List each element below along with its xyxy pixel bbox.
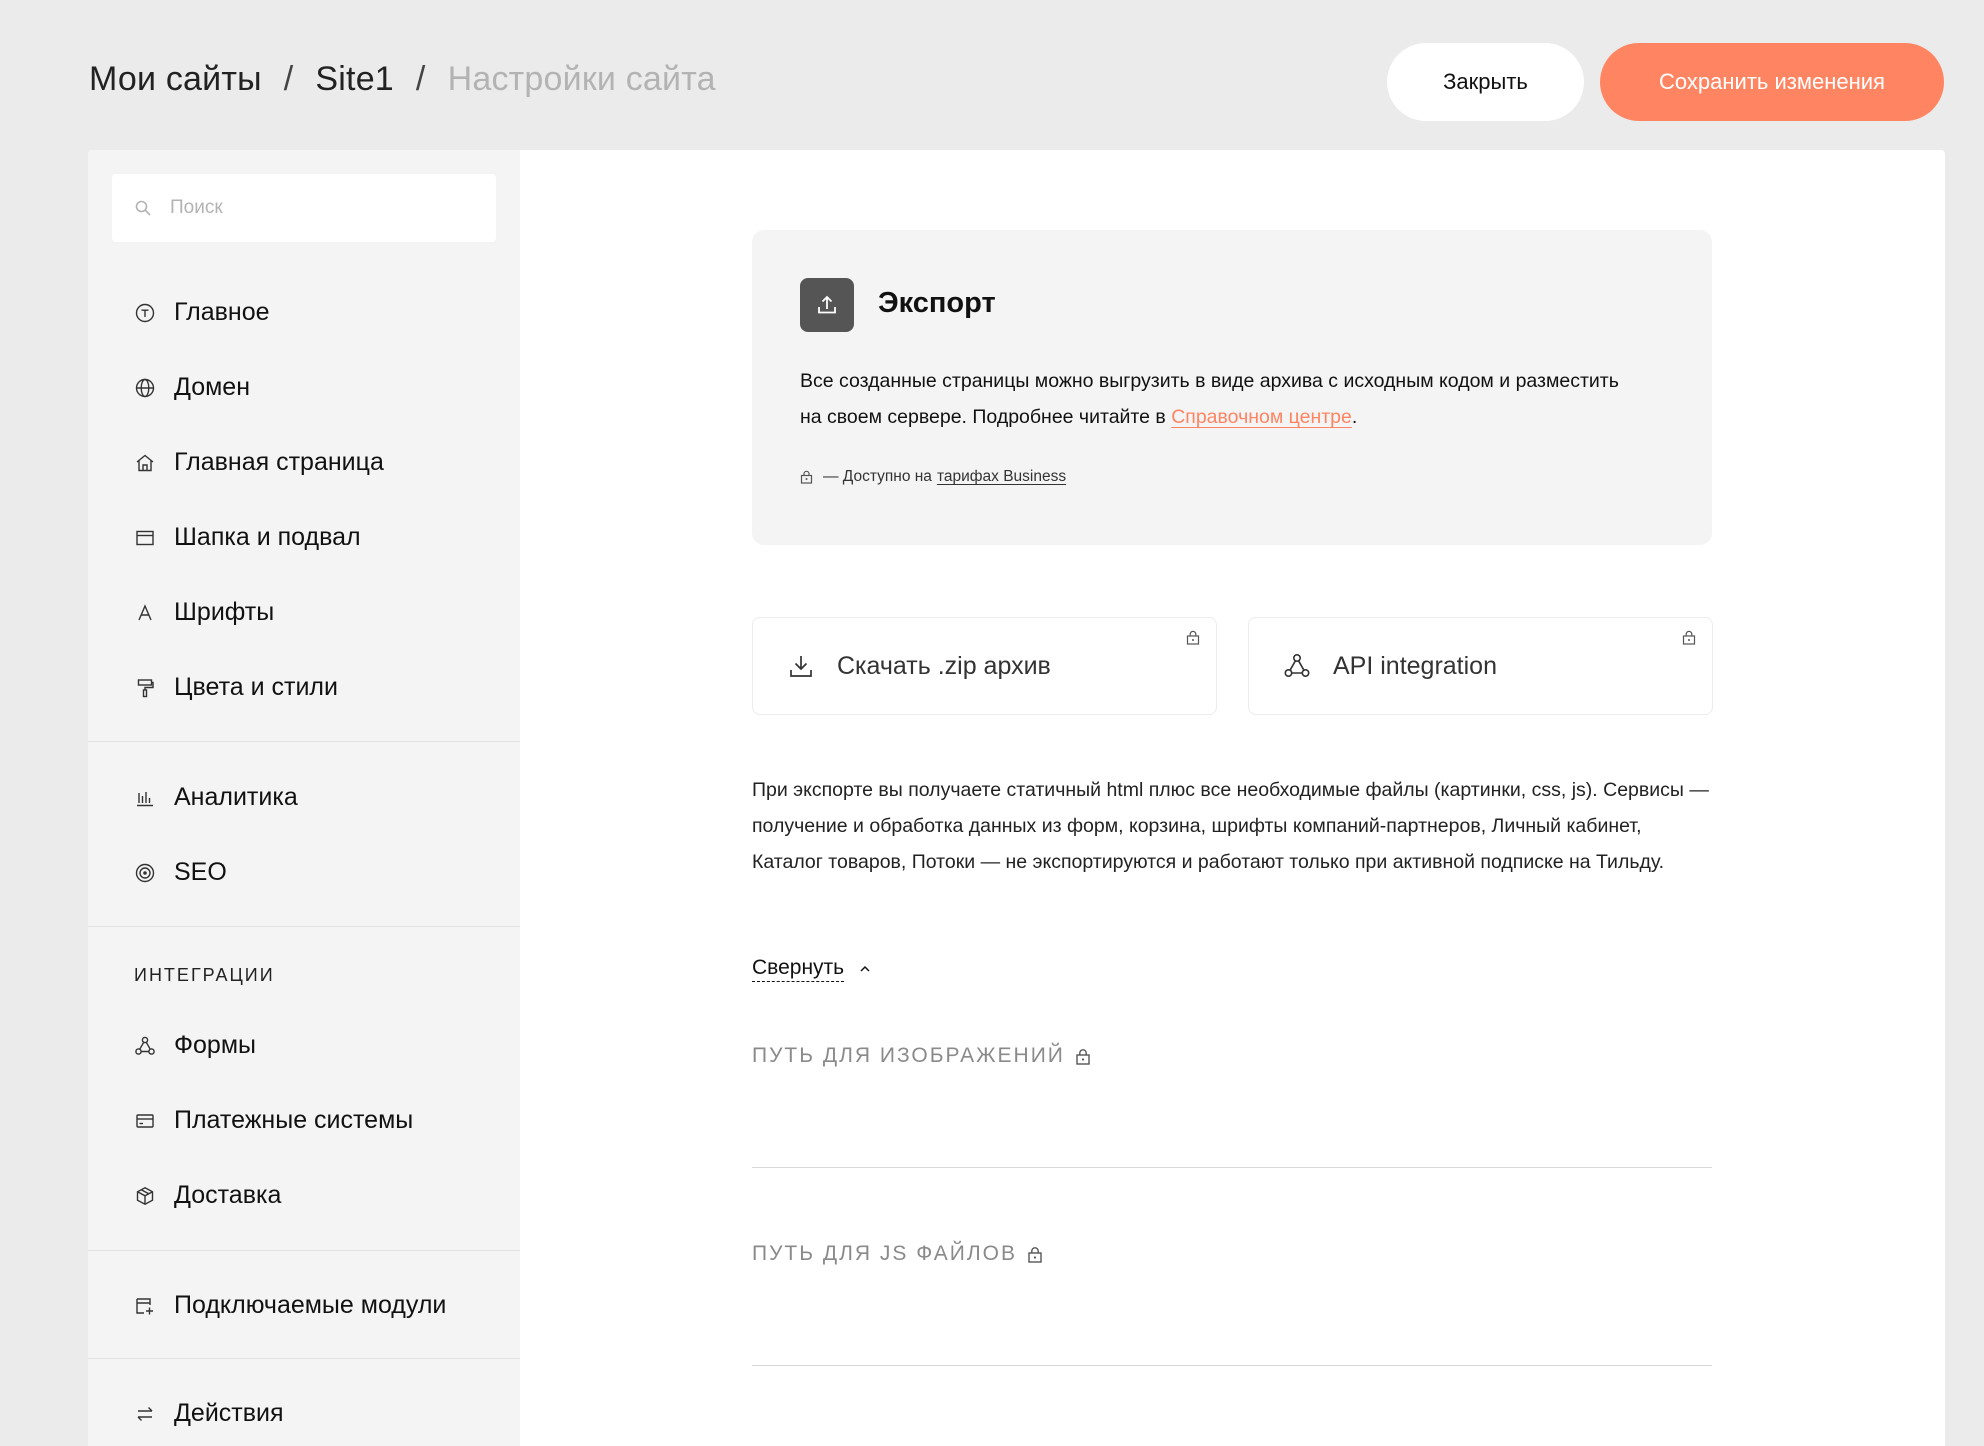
collapse-toggle[interactable]: Свернуть <box>752 955 872 982</box>
availability-text: — Доступно на <box>823 468 932 485</box>
export-description-end: . <box>1351 406 1358 428</box>
help-center-link[interactable]: Справочном центре <box>1171 406 1352 428</box>
lock-icon <box>1076 1048 1090 1065</box>
js-path-label-text: Путь для JS файлов <box>752 1242 1017 1265</box>
download-zip-button[interactable]: Скачать .zip архив <box>752 617 1217 715</box>
settings-panel: Главное Домен Главная страница <box>88 150 1945 1446</box>
js-path-label: Путь для JS файлов <box>752 1242 1043 1266</box>
export-description: Все созданные страницы можно выгрузить в… <box>800 363 1630 435</box>
upload-icon <box>818 295 836 314</box>
breadcrumb-current-page: Настройки сайта <box>447 60 716 98</box>
export-card: Экспорт Все созданные страницы можно выг… <box>752 230 1712 545</box>
breadcrumb-site[interactable]: Site1 <box>315 60 394 99</box>
download-zip-label: Скачать .zip архив <box>837 651 1051 680</box>
save-changes-button[interactable]: Сохранить изменения <box>1600 43 1944 121</box>
images-path-label-text: Путь для изображений <box>752 1044 1065 1067</box>
download-icon <box>790 656 812 677</box>
lock-icon <box>800 470 813 484</box>
export-title: Экспорт <box>878 287 996 319</box>
images-path-input[interactable] <box>752 1128 1712 1168</box>
breadcrumb-separator: / <box>283 60 294 98</box>
js-path-input[interactable] <box>752 1326 1712 1366</box>
close-button[interactable]: Закрыть <box>1387 43 1584 121</box>
export-info-text: При экспорте вы получаете статичный html… <box>752 779 1709 873</box>
business-plans-link[interactable]: тарифах Business <box>937 468 1066 486</box>
lock-icon <box>1186 630 1200 645</box>
images-path-label: Путь для изображений <box>752 1044 1091 1068</box>
api-integration-label: API integration <box>1333 651 1497 680</box>
breadcrumb-my-sites[interactable]: Мои сайты <box>89 60 262 99</box>
main-content: Экспорт Все созданные страницы можно выг… <box>88 150 1945 1446</box>
nodes-icon <box>1284 653 1310 677</box>
lock-icon <box>1682 630 1696 645</box>
chevron-up-icon <box>860 965 870 972</box>
collapse-label: Свернуть <box>752 955 845 982</box>
export-badge <box>800 278 854 332</box>
plan-availability: — Доступно на тарифах Business <box>800 468 1066 486</box>
api-integration-button[interactable]: API integration <box>1248 617 1713 715</box>
breadcrumb-separator: / <box>415 60 426 98</box>
lock-icon <box>1028 1246 1042 1263</box>
breadcrumb: Мои сайты / Site1 / Настройки сайта <box>89 60 716 99</box>
